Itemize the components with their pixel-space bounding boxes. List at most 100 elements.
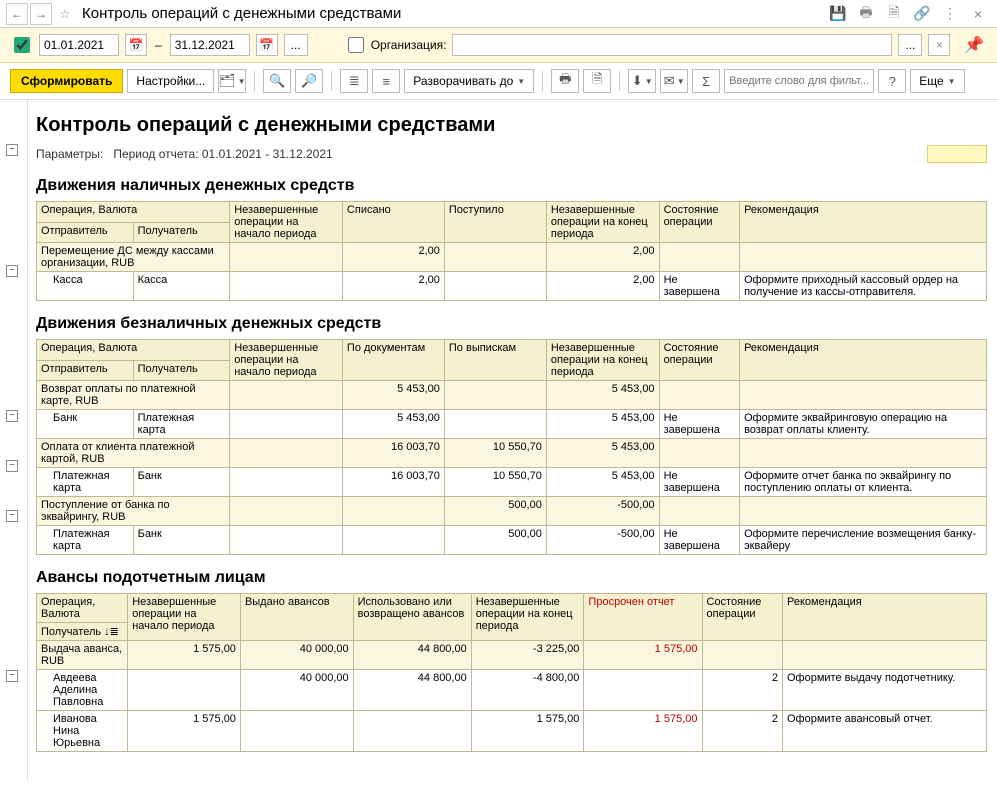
table-row[interactable]: Выдача аванса, RUB 1 575,00 40 000,00 44… bbox=[37, 641, 987, 670]
cell: 2,00 bbox=[342, 243, 444, 272]
org-clear-button[interactable]: × bbox=[928, 34, 950, 56]
settings-button[interactable]: Настройки... bbox=[127, 69, 214, 93]
cell: 2 bbox=[702, 670, 783, 711]
col-docs: По документам bbox=[342, 340, 444, 381]
variants-button[interactable]: 🗂▼ bbox=[218, 69, 246, 93]
cell: Не завершена bbox=[659, 272, 740, 301]
collapse-button[interactable]: ≡ bbox=[372, 69, 400, 93]
date-from-input[interactable] bbox=[39, 34, 119, 56]
cell: 16 003,70 bbox=[342, 468, 444, 497]
cell: 500,00 bbox=[444, 526, 546, 555]
cell: 2,00 bbox=[342, 272, 444, 301]
section-advances-title: Авансы подотчетным лицам bbox=[36, 569, 987, 587]
cell: 16 003,70 bbox=[342, 439, 444, 468]
calendar-from-button[interactable]: 📅 bbox=[125, 34, 147, 56]
period-picker-button[interactable]: ... bbox=[284, 34, 308, 56]
report-icon[interactable]: 🗎 bbox=[883, 3, 905, 25]
params-highlight-cell bbox=[927, 145, 987, 163]
outline-toggle[interactable]: − bbox=[6, 410, 18, 422]
cell: 5 453,00 bbox=[546, 410, 659, 439]
col-state: Состояние операции bbox=[659, 340, 740, 381]
cell: 500,00 bbox=[444, 497, 546, 526]
outline-toggle[interactable]: − bbox=[6, 265, 18, 277]
col-stmt: По выпискам bbox=[444, 340, 546, 381]
more-menu-icon[interactable]: ⋮ bbox=[939, 3, 961, 25]
col-rec: Рекомендация bbox=[740, 340, 987, 381]
col-sender: Отправитель bbox=[37, 360, 134, 381]
org-checkbox[interactable] bbox=[348, 37, 364, 53]
print-icon[interactable]: 🖶 bbox=[855, 3, 877, 25]
sum-button[interactable]: Σ bbox=[692, 69, 720, 93]
expand-button[interactable]: ≣ bbox=[340, 69, 368, 93]
outline-toggle[interactable]: − bbox=[6, 670, 18, 682]
table-row[interactable]: Касса Касса 2,00 2,00 Не завершена Оформ… bbox=[37, 272, 987, 301]
group-name: Поступление от банка по эквайрингу, RUB bbox=[37, 497, 230, 526]
back-button[interactable]: ← bbox=[6, 3, 28, 25]
outline-toggle[interactable]: − bbox=[6, 144, 18, 156]
org-input[interactable] bbox=[452, 34, 892, 56]
close-button[interactable]: × bbox=[967, 3, 989, 25]
org-label: Организация: bbox=[371, 38, 447, 52]
table-row[interactable]: Поступление от банка по эквайрингу, RUB … bbox=[37, 497, 987, 526]
favorite-star-icon[interactable]: ☆ bbox=[54, 3, 76, 25]
outline-toggle[interactable]: − bbox=[6, 460, 18, 472]
cell: 5 453,00 bbox=[546, 468, 659, 497]
cell: Банк bbox=[37, 410, 134, 439]
report-params: Параметры: Период отчета: 01.01.2021 - 3… bbox=[36, 145, 987, 163]
window-title: Контроль операций с денежными средствами bbox=[82, 5, 827, 22]
find-next-button[interactable]: 🔎 bbox=[295, 69, 323, 93]
cell: Платежная карта bbox=[37, 526, 134, 555]
send-button[interactable]: ✉▼ bbox=[660, 69, 688, 93]
forward-button[interactable]: → bbox=[30, 3, 52, 25]
cell: Платежная карта bbox=[37, 468, 134, 497]
table-row[interactable]: Оплата от клиента платежной картой, RUB … bbox=[37, 439, 987, 468]
link-icon[interactable]: 🔗 bbox=[911, 3, 933, 25]
col-issued: Выдано авансов bbox=[240, 594, 353, 641]
calendar-to-button[interactable]: 📅 bbox=[256, 34, 278, 56]
more-button[interactable]: Еще▼ bbox=[910, 69, 964, 93]
cash-table: Операция, Валюта Незавершенные операции … bbox=[36, 201, 987, 301]
expand-to-button[interactable]: Разворачивать до▼ bbox=[404, 69, 534, 93]
print-preview-button[interactable]: 🗎 bbox=[583, 69, 611, 93]
col-receiver: Получатель bbox=[133, 360, 230, 381]
print-button[interactable]: 🖶 bbox=[551, 69, 579, 93]
table-row[interactable]: Иванова Нина Юрьевна 1 575,00 1 575,00 1… bbox=[37, 711, 987, 752]
table-row[interactable]: Авдеева Аделина Павловна 40 000,00 44 80… bbox=[37, 670, 987, 711]
help-button[interactable]: ? bbox=[878, 69, 906, 93]
advances-table: Операция, Валюта Незавершенные операции … bbox=[36, 593, 987, 752]
separator bbox=[619, 71, 620, 91]
date-to-input[interactable] bbox=[170, 34, 250, 56]
table-row[interactable]: Банк Платежная карта 5 453,00 5 453,00 Н… bbox=[37, 410, 987, 439]
cell: Касса bbox=[37, 272, 134, 301]
generate-button[interactable]: Сформировать bbox=[10, 69, 123, 93]
group-name: Возврат оплаты по платежной карте, RUB bbox=[37, 381, 230, 410]
col-operation: Операция, Валюта bbox=[37, 202, 230, 223]
table-row[interactable]: Платежная карта Банк 500,00 -500,00 Не з… bbox=[37, 526, 987, 555]
table-row[interactable]: Перемещение ДС между кассами организации… bbox=[37, 243, 987, 272]
cell: Иванова Нина Юрьевна bbox=[37, 711, 128, 752]
find-button[interactable]: 🔍 bbox=[263, 69, 291, 93]
pin-icon[interactable]: 📌 bbox=[963, 34, 985, 56]
table-row[interactable]: Платежная карта Банк 16 003,70 10 550,70… bbox=[37, 468, 987, 497]
col-in: Поступило bbox=[444, 202, 546, 243]
cell: 10 550,70 bbox=[444, 439, 546, 468]
period-checkbox[interactable] bbox=[14, 37, 30, 53]
col-rec: Рекомендация bbox=[740, 202, 987, 243]
table-row[interactable]: Возврат оплаты по платежной карте, RUB 5… bbox=[37, 381, 987, 410]
section-cash-title: Движения наличных денежных средств bbox=[36, 177, 987, 195]
group-name: Перемещение ДС между кассами организации… bbox=[37, 243, 230, 272]
outline-toggle[interactable]: − bbox=[6, 510, 18, 522]
col-start: Незавершенные операции на начало периода bbox=[230, 340, 343, 381]
org-picker-button[interactable]: ... bbox=[898, 34, 922, 56]
quick-filter-input[interactable] bbox=[724, 69, 874, 93]
cell: Не завершена bbox=[659, 468, 740, 497]
cell: -3 225,00 bbox=[471, 641, 584, 670]
cell: 10 550,70 bbox=[444, 468, 546, 497]
cell: 1 575,00 bbox=[128, 641, 241, 670]
save-icon[interactable]: 💾 bbox=[827, 3, 849, 25]
cell: 5 453,00 bbox=[546, 439, 659, 468]
cell: 1 575,00 bbox=[128, 711, 241, 752]
cell: 1 575,00 bbox=[471, 711, 584, 752]
cell: Оформите эквайринговую операцию на возвр… bbox=[740, 410, 987, 439]
save-as-button[interactable]: ⬇▼ bbox=[628, 69, 656, 93]
